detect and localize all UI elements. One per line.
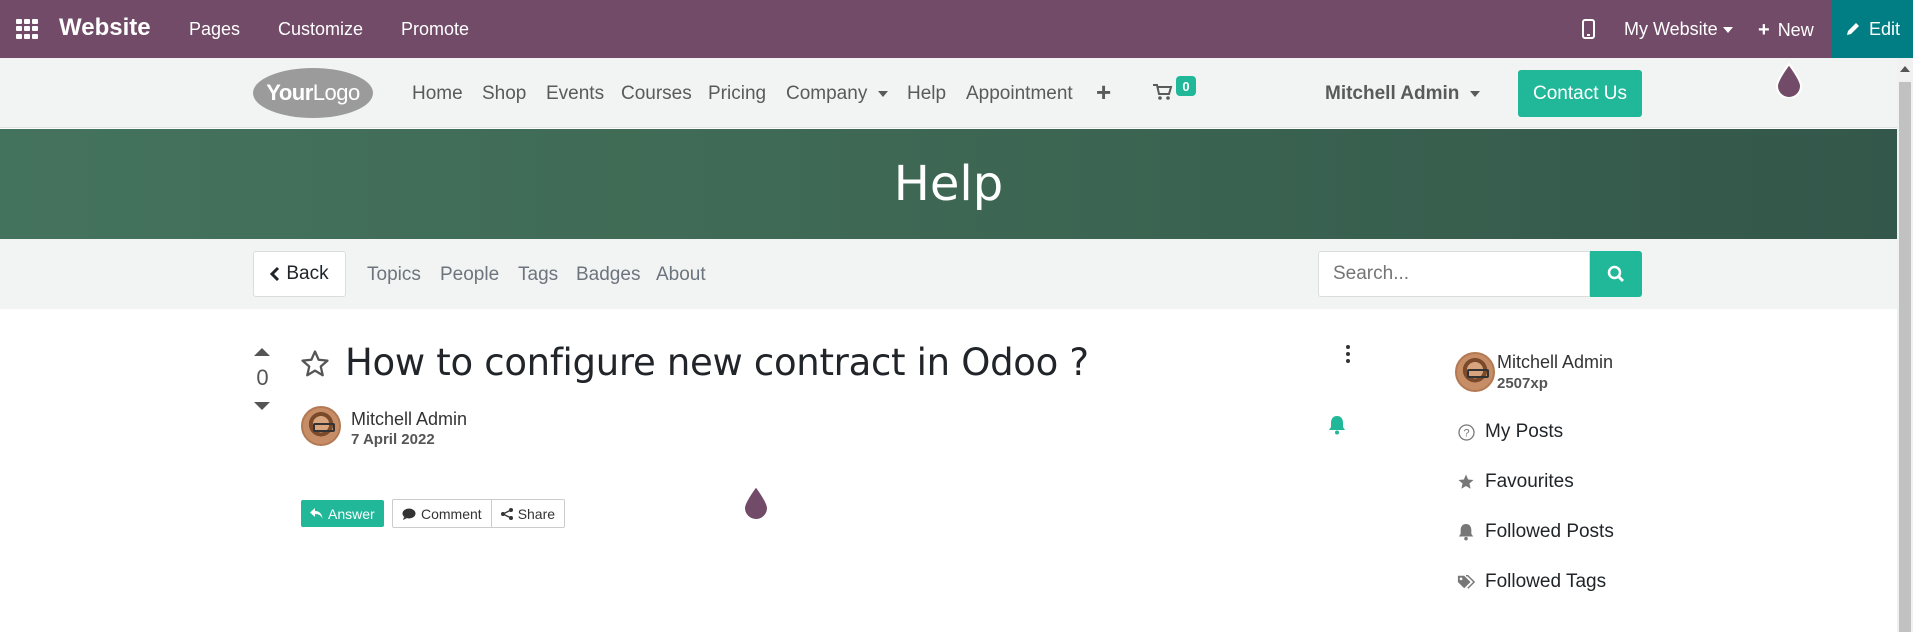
odoo-drop-icon (742, 484, 770, 520)
share-button[interactable]: Share (490, 500, 564, 527)
forum-nav-badges[interactable]: Badges (576, 264, 640, 286)
svg-text:?: ? (1463, 427, 1469, 439)
forum-nav-people[interactable]: People (440, 264, 499, 286)
sidebar-item-label: Followed Posts (1485, 521, 1614, 542)
nav-courses[interactable]: Courses (621, 83, 692, 105)
post-date: 7 April 2022 (351, 431, 435, 448)
question-title: How to configure new contract in Odoo ? (345, 341, 1089, 384)
menu-pages[interactable]: Pages (189, 19, 240, 40)
nav-help[interactable]: Help (907, 83, 946, 105)
question-circle-icon: ? (1457, 423, 1475, 441)
sidebar-item-my-posts[interactable]: ? My Posts (1457, 421, 1563, 443)
favourite-star-icon[interactable] (300, 349, 330, 379)
back-label: Back (286, 263, 329, 284)
sidebar-item-label: My Posts (1485, 421, 1564, 442)
comment-button[interactable]: Comment (393, 500, 491, 527)
forum-nav-about[interactable]: About (656, 264, 706, 286)
mobile-preview-icon[interactable] (1582, 19, 1595, 39)
post-actions-group: Comment Share (392, 499, 566, 528)
website-header: Your Logo Home Shop Events Courses Pricin… (0, 58, 1897, 128)
follow-bell-icon[interactable] (1328, 415, 1346, 435)
sidebar-user-name[interactable]: Mitchell Admin (1497, 352, 1613, 373)
user-menu-label: Mitchell Admin (1325, 83, 1460, 104)
nav-pricing[interactable]: Pricing (708, 83, 766, 105)
logo-text-bold: Your (266, 80, 313, 105)
website-selector-label: My Website (1624, 19, 1718, 39)
apps-grid-icon[interactable] (16, 19, 38, 39)
menu-promote[interactable]: Promote (401, 19, 469, 40)
contact-us-button[interactable]: Contact Us (1518, 70, 1642, 117)
cart-count-badge: 0 (1176, 76, 1196, 96)
edit-label: Edit (1868, 18, 1901, 39)
sidebar-user-xp: 2507xp (1497, 375, 1548, 392)
sidebar-item-favourites[interactable]: Favourites (1457, 471, 1574, 493)
search-input[interactable] (1318, 251, 1590, 297)
reply-icon (310, 508, 323, 519)
logo-text-light: Logo (312, 80, 360, 105)
nav-company-label: Company (786, 83, 868, 104)
user-menu[interactable]: Mitchell Admin (1325, 83, 1480, 105)
nav-home[interactable]: Home (412, 83, 463, 105)
plus-icon: + (1758, 19, 1770, 41)
sidebar-user-avatar[interactable] (1455, 352, 1495, 392)
cart-icon[interactable] (1153, 84, 1173, 100)
menu-customize[interactable]: Customize (278, 19, 363, 40)
nav-appointment[interactable]: Appointment (966, 83, 1073, 105)
sidebar-item-label: Favourites (1485, 471, 1574, 492)
star-icon (1457, 473, 1475, 491)
forum-nav-topics[interactable]: Topics (367, 264, 421, 286)
author-name[interactable]: Mitchell Admin (351, 409, 467, 430)
scroll-up-arrow-icon[interactable] (1900, 66, 1910, 72)
back-button[interactable]: Back (253, 251, 346, 297)
vote-up-icon[interactable] (254, 348, 270, 356)
site-logo[interactable]: Your Logo (253, 68, 373, 118)
search-icon (1607, 265, 1625, 283)
nav-events[interactable]: Events (546, 83, 604, 105)
more-options-icon[interactable] (1345, 345, 1351, 363)
new-button[interactable]: + New (1758, 19, 1814, 42)
pencil-icon (1846, 23, 1859, 35)
bell-icon (1457, 523, 1475, 541)
comment-icon (402, 508, 416, 520)
hero-title: Help (893, 156, 1004, 212)
share-icon (500, 507, 513, 520)
new-label: New (1777, 20, 1814, 40)
nav-company[interactable]: Company (786, 83, 888, 105)
sidebar-item-followed-posts[interactable]: Followed Posts (1457, 521, 1614, 543)
share-label: Share (517, 505, 556, 522)
tags-icon (1457, 573, 1475, 591)
nav-shop[interactable]: Shop (482, 83, 526, 105)
chevron-left-icon (270, 266, 280, 282)
answer-label: Answer (328, 505, 375, 522)
scrollbar-thumb[interactable] (1899, 82, 1911, 632)
comment-label: Comment (421, 505, 482, 522)
sidebar-item-followed-tags[interactable]: Followed Tags (1457, 571, 1606, 593)
forum-nav: Back Topics People Tags Badges About (0, 239, 1897, 309)
edit-button[interactable]: Edit (1832, 0, 1913, 58)
chevron-down-icon (1469, 90, 1480, 97)
chevron-down-icon (1722, 26, 1733, 33)
admin-bar: Website Pages Customize Promote My Websi… (0, 0, 1913, 58)
vote-count: 0 (256, 365, 269, 390)
add-menu-item-icon[interactable]: + (1096, 77, 1111, 108)
chevron-down-icon (877, 90, 888, 97)
forum-nav-tags[interactable]: Tags (518, 264, 558, 286)
sidebar-item-label: Followed Tags (1485, 571, 1607, 592)
website-selector[interactable]: My Website (1624, 19, 1733, 40)
author-avatar[interactable] (301, 406, 341, 446)
hero-banner: Help (0, 129, 1897, 239)
odoo-drop-icon (1775, 62, 1803, 98)
answer-button[interactable]: Answer (301, 500, 384, 527)
search-button[interactable] (1590, 251, 1642, 297)
vote-down-icon[interactable] (254, 402, 270, 410)
admin-brand[interactable]: Website (59, 14, 151, 42)
